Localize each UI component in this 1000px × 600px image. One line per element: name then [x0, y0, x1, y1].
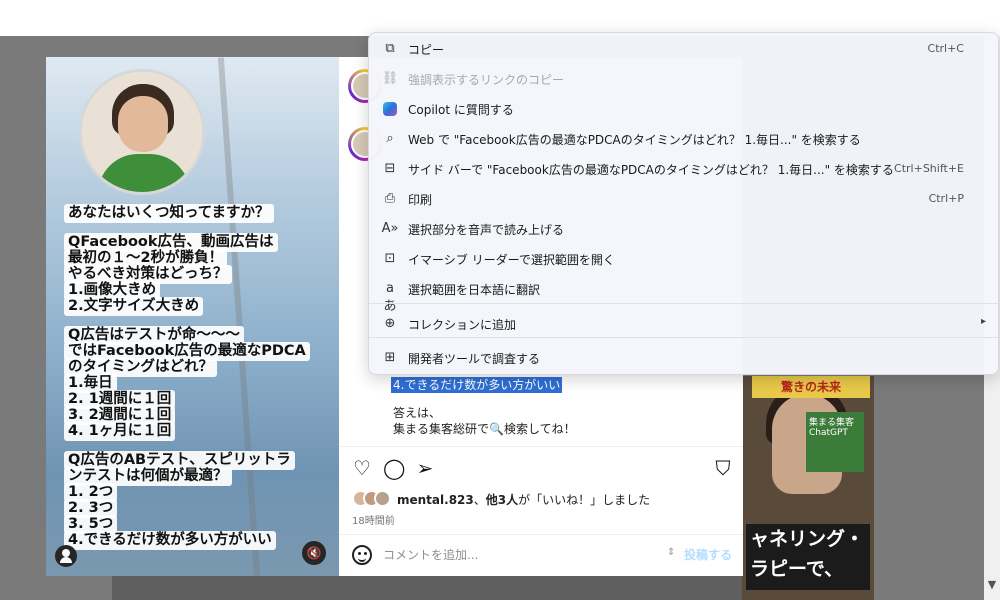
thumbnail-caption-line2: ラピーで、: [750, 558, 844, 580]
translate-icon: aあ: [383, 281, 397, 314]
printer-icon: ⎙: [384, 191, 396, 206]
submenu-arrow-icon: ▸: [980, 316, 986, 327]
menu-item-add-to-collections[interactable]: ⊕ コレクションに追加 ▸: [373, 309, 994, 339]
menu-item-immersive-reader[interactable]: ⊡ イマーシブ リーダーで選択範囲を開く: [373, 244, 994, 274]
likes-suffix: が「いいね！」しました: [518, 493, 651, 507]
menu-item-label: Copilot に質問する: [408, 103, 514, 117]
menu-item-label: 開発者ツールで調査する: [408, 352, 541, 366]
overlay-text-row: 4. 1ヶ月に１回: [64, 420, 334, 441]
overlay-text-row: 4.できるだけ数が多い方がいい: [64, 529, 334, 550]
menu-item-label: コピー: [408, 43, 445, 57]
menu-item-read-aloud[interactable]: A» 選択部分を音声で読み上げる: [373, 214, 994, 244]
tagged-user-icon[interactable]: [55, 545, 77, 567]
menu-item-label: サイド バーで "Facebook広告の最適なPDCAのタイミングはどれ？ 1.…: [408, 163, 894, 177]
sort-icon: ⇕: [667, 547, 676, 558]
devtools-icon: ⊞: [384, 350, 396, 365]
menu-item-search-web[interactable]: ⌕ Web で "Facebook広告の最適なPDCAのタイミングはどれ？ 1.毎…: [373, 124, 994, 154]
caption-answer: 答えは、 集まる集客総研で🔍検索してね！: [393, 405, 576, 437]
likes-others-link[interactable]: 他3人: [486, 493, 518, 507]
overlay-text-line: あなたはいくつ知ってますか？: [64, 204, 274, 223]
divider: [339, 446, 743, 447]
thumbnail-caption: ャネリング・ ラピーで、: [746, 524, 870, 590]
overlay-text-line: 2.文字サイズ大きめ: [64, 297, 204, 316]
background-reel-thumbnail[interactable]: 集まる集客 ChatGPT 驚きの未来 ャネリング・ ラピーで、: [742, 376, 874, 600]
copy-icon: ⧉: [385, 41, 395, 56]
menu-separator: [369, 337, 998, 338]
copilot-logo: [383, 102, 397, 116]
menu-item-translate[interactable]: aあ 選択範囲を日本語に翻訳: [373, 274, 994, 314]
menu-item-shortcut: Ctrl+P: [928, 192, 964, 205]
overlay-text-row: あなたはいくつ知ってますか？: [64, 202, 334, 223]
emoji-icon[interactable]: [352, 545, 372, 565]
comment-input[interactable]: [383, 545, 653, 565]
thumbnail-tag: 集まる集客 ChatGPT: [806, 412, 864, 472]
mute-icon[interactable]: 🔇: [302, 541, 326, 565]
overlay-text-row: やるべき対策はどっち？: [64, 263, 334, 284]
overlay-text-row: 最初の１～2秒が勝負！: [64, 247, 334, 268]
thumbnail-caption-line1: ャネリング・: [750, 528, 865, 550]
menu-item-label: イマーシブ リーダーで選択範囲を開く: [408, 253, 615, 267]
scroll-down-arrow-icon[interactable]: ▼: [984, 578, 1000, 592]
menu-item-copy-link-to-highlight: ⛓ 強調表示するリンクのコピー: [373, 64, 994, 94]
menu-item-print[interactable]: ⎙ 印刷 Ctrl+P: [373, 184, 994, 214]
menu-item-shortcut: Ctrl+Shift+E: [894, 162, 964, 175]
post-comment-button[interactable]: 投稿する: [684, 546, 732, 563]
caption-answer-line2: 集まる集客総研で🔍検索してね！: [393, 422, 576, 436]
post-timestamp[interactable]: 18時間前: [352, 512, 395, 527]
overlay-text-row: 2. 1週間に１回: [64, 388, 334, 409]
post-media[interactable]: あなたはいくつ知ってますか？ QFacebook広告、動画広告は 最初の１～2秒が勝…: [46, 57, 339, 576]
overlay-text-row: QFacebook広告、動画広告は: [64, 231, 334, 252]
menu-item-copy[interactable]: ⧉ コピー Ctrl+C: [373, 34, 994, 64]
menu-item-label: 選択範囲を日本語に翻訳: [408, 283, 541, 297]
copilot-icon: [381, 100, 399, 118]
media-avatar: [79, 69, 205, 195]
menu-item-search-sidebar[interactable]: ⊟ サイド バーで "Facebook広告の最適なPDCAのタイミングはどれ？ 1…: [373, 154, 994, 184]
overlay-text-row: 3. 2週間に１回: [64, 404, 334, 425]
context-menu: ⧉ コピー Ctrl+C ⛓ 強調表示するリンクのコピー Copilot に質問する ⌕ We…: [368, 32, 999, 375]
caption-answer-line1: 答えは、: [393, 406, 442, 420]
likes-avatars[interactable]: [352, 490, 394, 508]
immersive-reader-icon: ⊡: [384, 251, 396, 266]
comment-icon[interactable]: ◯: [383, 457, 405, 479]
menu-item-label: Web で "Facebook広告の最適なPDCAのタイミングはどれ？ 1.毎日…: [408, 133, 861, 147]
selected-text: 4.できるだけ数が多い方がいい: [391, 377, 563, 393]
overlay-text-row: Q広告はテストが命～～～: [64, 324, 334, 345]
overlay-text-line: 4.できるだけ数が多い方がいい: [64, 531, 276, 550]
menu-item-label: 選択部分を音声で読み上げる: [408, 223, 565, 237]
avatar: [374, 490, 391, 507]
menu-item-label: 強調表示するリンクのコピー: [408, 73, 565, 87]
page-top-area: [0, 0, 1000, 36]
likes-summary: mental.823、他3人が「いいね！」しました: [397, 493, 651, 507]
overlay-text-row: ではFacebook広告の最適なPDCA: [64, 340, 334, 361]
sidebar-icon: ⊟: [384, 161, 396, 176]
bookmark-icon[interactable]: ⛉: [712, 457, 734, 479]
menu-item-shortcut: Ctrl+C: [927, 42, 964, 55]
menu-item-label: コレクションに追加: [408, 318, 517, 332]
read-aloud-icon: A»: [381, 221, 399, 236]
search-icon: ⌕: [386, 131, 394, 146]
avatar-face: [118, 96, 168, 152]
heart-icon[interactable]: ♡: [351, 457, 373, 479]
divider: [339, 534, 743, 535]
overlay-text-row: 2. 3つ: [64, 497, 334, 518]
menu-item-label: 印刷: [408, 193, 433, 207]
collections-icon: ⊕: [384, 316, 396, 331]
menu-item-inspect[interactable]: ⊞ 開発者ツールで調査する: [373, 343, 994, 373]
browser-viewport: 集まる集客 ChatGPT 驚きの未来 ャネリング・ ラピーで、 ▼ あなたはい…: [0, 0, 1000, 600]
overlay-text-line: 4. 1ヶ月に１回: [64, 422, 176, 441]
overlay-text-row: Q広告のABテスト、スピリットラ: [64, 449, 334, 470]
menu-separator: [369, 303, 998, 304]
thumbnail-banner: 驚きの未来: [752, 376, 870, 398]
overlay-text-row: 3. 5つ: [64, 513, 334, 534]
menu-item-ask-copilot[interactable]: Copilot に質問する: [373, 94, 994, 124]
media-overlay-text: あなたはいくつ知ってますか？ QFacebook広告、動画広告は 最初の１～2秒が勝…: [64, 202, 334, 550]
likes-user-link[interactable]: mental.823: [397, 493, 474, 507]
share-icon[interactable]: ➢: [414, 457, 436, 479]
overlay-text-row: 2.文字サイズ大きめ: [64, 295, 334, 316]
link-icon: ⛓: [381, 71, 399, 86]
